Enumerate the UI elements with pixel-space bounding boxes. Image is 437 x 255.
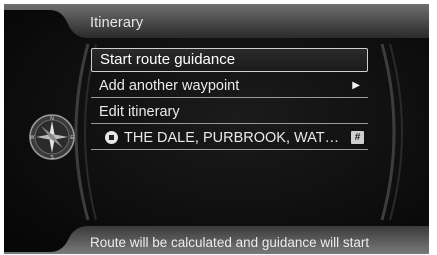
screenshot-canvas: Itinerary N S W E Start route guidance A…: [0, 0, 437, 255]
page-title: Itinerary: [90, 15, 144, 31]
itinerary-menu: Start route guidance Add another waypoin…: [91, 48, 368, 152]
menu-item-label: Edit itinerary: [99, 104, 180, 120]
compass-letter-w: W: [30, 135, 35, 141]
menu-item-start-route-guidance[interactable]: Start route guidance: [91, 48, 368, 72]
menu-item-destination[interactable]: THE DALE, PURBROOK, WAT… #: [91, 126, 368, 150]
menu-item-label: Add another waypoint: [99, 78, 240, 94]
menu-item-label: THE DALE, PURBROOK, WAT…: [124, 130, 340, 146]
menu-item-label: Start route guidance: [100, 51, 236, 68]
header-bar: Itinerary: [4, 4, 429, 40]
menu-item-add-another-waypoint[interactable]: Add another waypoint ▶: [91, 74, 368, 98]
hash-icon: #: [351, 131, 364, 144]
destination-flag-icon: [105, 131, 118, 144]
status-message: Route will be calculated and guidance wi…: [90, 235, 370, 250]
infotainment-display: Itinerary N S W E Start route guidance A…: [4, 4, 429, 254]
menu-item-edit-itinerary[interactable]: Edit itinerary: [91, 100, 368, 124]
compass-icon: N S W E: [29, 114, 75, 161]
submenu-arrow-icon: ▶: [352, 80, 360, 91]
compass-letter-n: N: [50, 116, 54, 122]
